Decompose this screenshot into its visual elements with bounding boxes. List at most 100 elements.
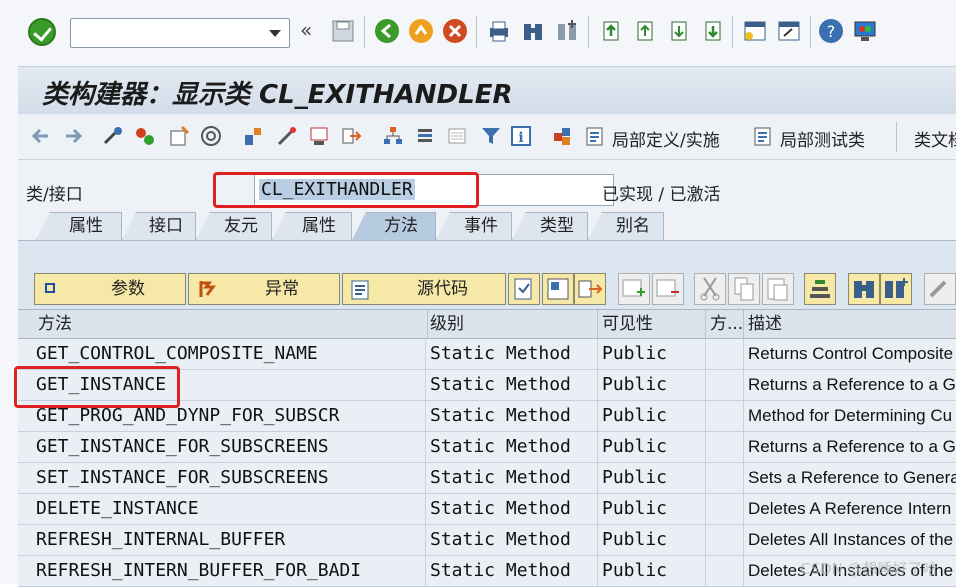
level-cell[interactable]: Static Method [426, 463, 598, 493]
method-type-cell[interactable] [706, 525, 744, 555]
find-icon[interactable] [848, 273, 880, 305]
visibility-cell[interactable]: Public [598, 463, 706, 493]
last-page-icon[interactable] [700, 18, 726, 44]
tab-methods[interactable]: 方法 [352, 212, 436, 240]
level-cell[interactable]: Static Method [426, 370, 598, 400]
wand-icon[interactable] [276, 125, 298, 147]
column-header-method[interactable]: 方法 [34, 310, 428, 340]
local-definitions-button[interactable]: 局部定义/实施 [612, 126, 720, 151]
display-change-icon[interactable] [102, 125, 124, 147]
info-icon[interactable]: i [510, 125, 532, 147]
arrow-left-icon[interactable] [30, 125, 52, 147]
chevron-down-icon[interactable] [269, 30, 281, 37]
table-row[interactable]: SET_INSTANCE_FOR_SUBSCREENS Static Metho… [18, 463, 956, 494]
level-cell[interactable]: Static Method [426, 339, 598, 369]
method-type-cell[interactable] [706, 401, 744, 431]
hierarchy-icon[interactable] [382, 125, 404, 147]
description-cell[interactable]: Returns a Reference to a G [744, 370, 956, 400]
method-name-cell[interactable]: GET_INSTANCE_FOR_SUBSCREENS [32, 432, 426, 462]
level-cell[interactable]: Static Method [426, 525, 598, 555]
back-icon[interactable] [374, 18, 400, 44]
visibility-cell[interactable]: Public [598, 339, 706, 369]
arrow-right-icon[interactable] [62, 125, 84, 147]
filter-icon[interactable] [480, 125, 502, 147]
method-name-cell[interactable]: DELETE_INSTANCE [32, 494, 426, 524]
find-next-icon[interactable] [554, 18, 580, 44]
visibility-cell[interactable]: Public [598, 494, 706, 524]
tab-properties[interactable]: 属性 [36, 212, 122, 240]
description-cell[interactable]: Deletes A Reference Intern [744, 494, 956, 524]
next-page-icon[interactable] [666, 18, 692, 44]
method-type-cell[interactable] [706, 370, 744, 400]
find-icon[interactable] [520, 18, 546, 44]
first-page-icon[interactable] [598, 18, 624, 44]
method-name-cell[interactable]: GET_CONTROL_COMPOSITE_NAME [32, 339, 426, 369]
class-documentation-button[interactable]: 类文档 [914, 126, 956, 151]
method-name-cell[interactable]: REFRESH_INTERN_BUFFER_FOR_BADI [32, 556, 426, 586]
sort-icon[interactable] [804, 273, 836, 305]
stack-icon[interactable] [414, 125, 436, 147]
source-code-button[interactable]: 源代码 [342, 273, 506, 305]
local-test-icon[interactable] [752, 125, 774, 147]
find-next-icon[interactable] [880, 273, 912, 305]
navigation-icon[interactable] [340, 125, 362, 147]
method-type-cell[interactable] [706, 432, 744, 462]
move-icon[interactable] [574, 273, 606, 305]
edit-icon[interactable] [924, 273, 956, 305]
method-name-cell[interactable]: REFRESH_INTERNAL_BUFFER [32, 525, 426, 555]
collapse-toolbar-icon[interactable]: « [300, 18, 312, 42]
class-hierarchy-icon[interactable] [552, 125, 574, 147]
method-type-cell[interactable] [706, 494, 744, 524]
method-name-cell[interactable]: SET_INSTANCE_FOR_SUBSCREENS [32, 463, 426, 493]
visibility-cell[interactable]: Public [598, 432, 706, 462]
enter-icon[interactable] [28, 18, 56, 46]
description-cell[interactable]: Method for Determining Cu [744, 401, 956, 431]
cancel-icon[interactable] [442, 18, 468, 44]
exit-icon[interactable] [408, 18, 434, 44]
column-header-description[interactable]: 描述 [744, 310, 956, 340]
customize-icon[interactable] [852, 18, 878, 44]
table-row[interactable]: REFRESH_INTERNAL_BUFFER Static Method Pu… [18, 525, 956, 556]
description-cell[interactable]: Sets a Reference to Genera [744, 463, 956, 493]
table-row[interactable]: GET_INSTANCE_FOR_SUBSCREENS Static Metho… [18, 432, 956, 463]
display-object-list-icon[interactable] [308, 125, 330, 147]
method-type-cell[interactable] [706, 556, 744, 586]
detail-view-icon[interactable] [508, 273, 540, 305]
column-header-level[interactable]: 级别 [426, 310, 598, 340]
column-header-visibility[interactable]: 可见性 [598, 310, 706, 340]
visibility-cell[interactable]: Public [598, 556, 706, 586]
visibility-cell[interactable]: Public [598, 525, 706, 555]
save-icon[interactable] [330, 18, 356, 44]
active-inactive-icon[interactable] [134, 125, 156, 147]
attributes-list-icon[interactable] [542, 273, 574, 305]
where-used-icon[interactable] [242, 125, 264, 147]
level-cell[interactable]: Static Method [426, 556, 598, 586]
parameters-button[interactable]: 参数 [34, 273, 186, 305]
method-type-cell[interactable] [706, 463, 744, 493]
check-object-icon[interactable] [168, 125, 190, 147]
local-definitions-icon[interactable] [584, 125, 606, 147]
cut-icon[interactable] [694, 273, 726, 305]
level-cell[interactable]: Static Method [426, 432, 598, 462]
previous-page-icon[interactable] [632, 18, 658, 44]
level-cell[interactable]: Static Method [426, 494, 598, 524]
local-test-classes-button[interactable]: 局部测试类 [780, 126, 865, 151]
exceptions-button[interactable]: 异常 [188, 273, 340, 305]
description-cell[interactable]: Returns Control Composite [744, 339, 956, 369]
method-type-cell[interactable] [706, 339, 744, 369]
help-icon[interactable]: ? [818, 18, 844, 44]
table-row[interactable]: DELETE_INSTANCE Static Method Public Del… [18, 494, 956, 525]
description-cell[interactable]: Deletes All Instances of the [744, 525, 956, 555]
shortcut-icon[interactable] [776, 18, 802, 44]
delete-row-icon[interactable] [652, 273, 684, 305]
activate-icon[interactable] [200, 125, 222, 147]
visibility-cell[interactable]: Public [598, 370, 706, 400]
column-header-method-type[interactable]: 方... [706, 310, 744, 340]
visibility-cell[interactable]: Public [598, 401, 706, 431]
tab-attributes[interactable]: 属性 [272, 212, 352, 240]
insert-row-icon[interactable] [618, 273, 650, 305]
documentation-icon[interactable] [446, 125, 468, 147]
print-icon[interactable] [486, 18, 512, 44]
description-cell[interactable]: Returns a Reference to a G [744, 432, 956, 462]
level-cell[interactable]: Static Method [426, 401, 598, 431]
